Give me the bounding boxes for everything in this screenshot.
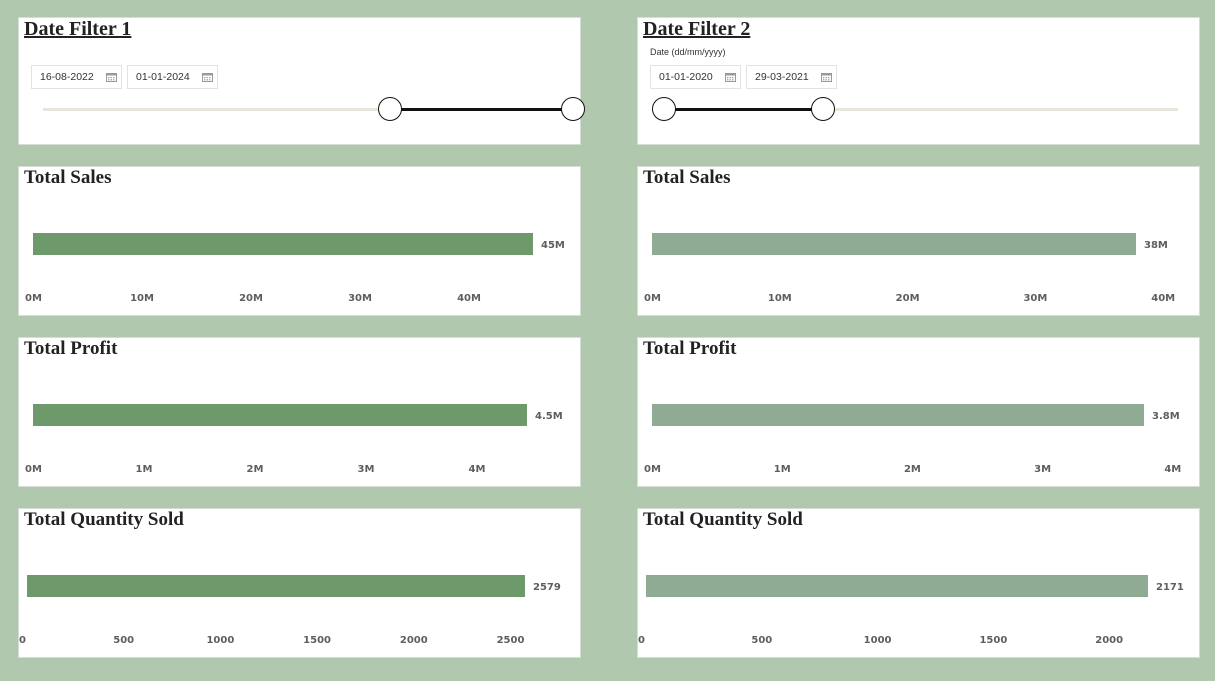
- start-date-input-1[interactable]: 16-08-2022: [31, 65, 122, 89]
- end-date-input-1[interactable]: 01-01-2024: [127, 65, 218, 89]
- x-tick-label: 10M: [768, 293, 792, 304]
- x-tick-label: 1000: [864, 635, 892, 646]
- data-label: 2579: [533, 582, 561, 593]
- total-profit-chart: 3.8M 0M 1M 2M 3M 4M: [644, 404, 1181, 475]
- start-date-input-2[interactable]: 01-01-2020: [650, 65, 741, 89]
- x-tick-label: 500: [113, 635, 134, 646]
- total-sales-card-2: Total Sales 38M 0M 10M 20M 30M 40M: [637, 166, 1200, 316]
- x-tick-label: 1M: [136, 464, 153, 475]
- calendar-icon: [202, 73, 213, 82]
- x-tick-label: 4M: [469, 464, 486, 475]
- x-tick-label: 1M: [774, 464, 791, 475]
- x-tick-label: 30M: [348, 293, 372, 304]
- calendar-icon: [106, 73, 117, 82]
- x-tick-label: 20M: [896, 293, 920, 304]
- date-filter-2-title: Date Filter 2: [643, 18, 751, 40]
- total-sales-chart: 38M 0M 10M 20M 30M 40M: [644, 233, 1175, 304]
- bar[interactable]: [27, 575, 525, 597]
- x-tick-label: 4M: [1164, 464, 1181, 475]
- x-tick-label: 0: [638, 635, 645, 646]
- x-tick-label: 1000: [206, 635, 234, 646]
- slider-end-handle[interactable]: [811, 97, 836, 121]
- start-date-value: 01-01-2020: [659, 71, 713, 83]
- x-tick-label: 1500: [303, 635, 331, 646]
- date-filter-2-card: Date Filter 2 Date (dd/mm/yyyy) 01-01-20…: [637, 17, 1200, 145]
- x-tick-label: 2500: [497, 635, 525, 646]
- x-tick-label: 1500: [979, 635, 1007, 646]
- slider-end-handle[interactable]: [561, 97, 585, 121]
- date-filter-1-card: Date Filter 1 16-08-2022 01-01-2024: [18, 17, 585, 145]
- x-tick-label: 0M: [644, 293, 661, 304]
- total-quantity-chart: 2579 0 500 1000 1500 2000 2500: [19, 575, 561, 646]
- total-profit-card-2: Total Profit 3.8M 0M 1M 2M 3M 4M: [637, 337, 1200, 487]
- bar[interactable]: [33, 404, 527, 426]
- total-quantity-card-2: Total Quantity Sold 2171 0 500 1000 1500 2000: [637, 508, 1200, 658]
- calendar-icon: [821, 73, 832, 82]
- total-profit-chart: 4.5M 0M 1M 2M 3M 4M: [25, 404, 563, 475]
- slider-start-handle[interactable]: [652, 97, 676, 121]
- x-tick-label: 0M: [25, 464, 42, 475]
- x-tick-label: 30M: [1023, 293, 1047, 304]
- x-tick-label: 3M: [1034, 464, 1051, 475]
- x-tick-label: 500: [751, 635, 772, 646]
- x-tick-label: 0: [19, 635, 26, 646]
- x-tick-label: 2M: [247, 464, 264, 475]
- x-tick-label: 2000: [400, 635, 428, 646]
- total-sales-chart: 45M 0M 10M 20M 30M 40M: [25, 233, 565, 304]
- total-quantity-card-1: Total Quantity Sold 2579 0 500 1000 1500 2000…: [18, 508, 581, 658]
- slider-start-handle[interactable]: [378, 97, 403, 121]
- x-tick-label: 2000: [1095, 635, 1123, 646]
- total-quantity-chart: 2171 0 500 1000 1500 2000: [638, 575, 1184, 646]
- x-tick-label: 10M: [130, 293, 154, 304]
- end-date-value: 29-03-2021: [755, 71, 809, 83]
- x-tick-label: 20M: [239, 293, 263, 304]
- bar[interactable]: [646, 575, 1148, 597]
- data-label: 3.8M: [1152, 411, 1180, 422]
- x-tick-label: 40M: [1151, 293, 1175, 304]
- date-filter-1-title: Date Filter 1: [24, 18, 132, 40]
- bar[interactable]: [652, 233, 1136, 255]
- x-tick-label: 0M: [25, 293, 42, 304]
- total-sales-card-1: Total Sales 45M 0M 10M 20M 30M 40M: [18, 166, 581, 316]
- data-label: 38M: [1144, 240, 1168, 251]
- x-tick-label: 2M: [904, 464, 921, 475]
- date-format-caption: Date (dd/mm/yyyy): [650, 47, 726, 57]
- end-date-value: 01-01-2024: [136, 71, 190, 83]
- x-tick-label: 40M: [457, 293, 481, 304]
- data-label: 4.5M: [535, 411, 563, 422]
- slider-selected-range: [664, 108, 824, 111]
- calendar-icon: [725, 73, 736, 82]
- end-date-input-2[interactable]: 29-03-2021: [746, 65, 837, 89]
- x-tick-label: 3M: [358, 464, 375, 475]
- data-label: 45M: [541, 240, 565, 251]
- total-profit-card-1: Total Profit 4.5M 0M 1M 2M 3M 4M: [18, 337, 581, 487]
- start-date-value: 16-08-2022: [40, 71, 94, 83]
- bar[interactable]: [652, 404, 1144, 426]
- data-label: 2171: [1156, 582, 1184, 593]
- slider-selected-range: [390, 108, 573, 111]
- x-tick-label: 0M: [644, 464, 661, 475]
- bar[interactable]: [33, 233, 533, 255]
